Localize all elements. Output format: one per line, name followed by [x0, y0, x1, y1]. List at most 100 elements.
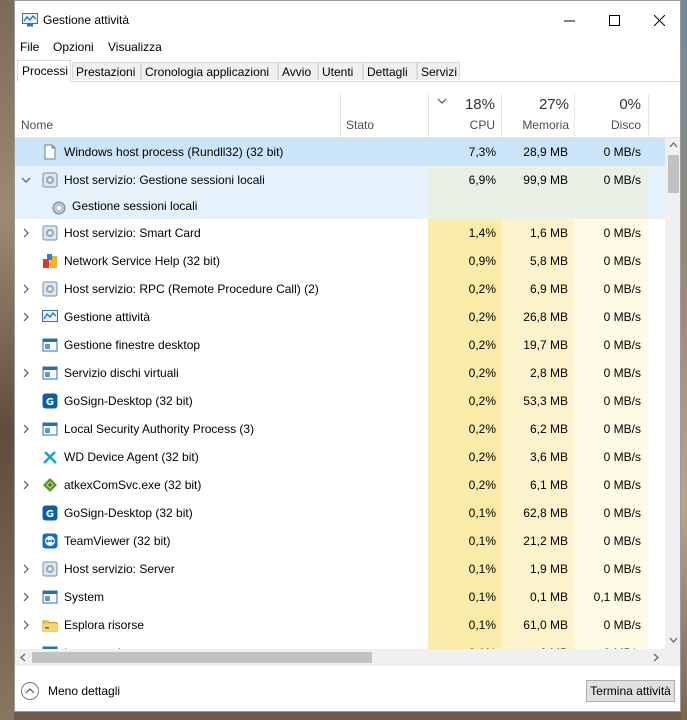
process-row[interactable]: Host servizio: Server 0,1% 1,9 MB 0 MB/s — [15, 555, 665, 583]
scroll-left-icon[interactable] — [20, 653, 26, 662]
process-row[interactable]: Host servizio: RPC (Remote Procedure Cal… — [15, 275, 665, 303]
chevron-right-icon[interactable] — [21, 591, 31, 602]
chevron-right-icon[interactable] — [21, 227, 31, 238]
process-cpu-value: 0,2% — [468, 394, 496, 408]
scroll-down-icon[interactable] — [669, 637, 678, 643]
column-disk[interactable]: Disco — [575, 118, 641, 132]
svg-text:G: G — [46, 397, 54, 408]
column-divider[interactable] — [340, 94, 341, 137]
gear-icon — [42, 281, 58, 297]
chevron-down-icon[interactable] — [21, 174, 31, 184]
process-row[interactable]: G GoSign-Desktop (32 bit) 0,1% 62,8 MB 0 MB/… — [15, 499, 665, 527]
process-row[interactable]: Gestione attività 0,2% 26,8 MB 0 MB/s — [15, 303, 665, 331]
column-memory[interactable]: Memoria — [502, 118, 569, 132]
chevron-right-icon[interactable] — [21, 479, 31, 490]
menu-options[interactable]: Opzioni — [53, 40, 94, 54]
tab-startup[interactable]: Avvio — [278, 62, 318, 80]
process-mem-value: 99,9 MB — [523, 173, 568, 187]
process-mem-value: 61,0 MB — [523, 618, 568, 632]
vertical-scroll-thumb[interactable] — [668, 155, 679, 193]
disk-total-percent[interactable]: 0% — [575, 96, 641, 113]
diamond-app-icon — [42, 477, 58, 493]
process-row[interactable]: Interrupt sistema0,1%0 MB0 MB/s — [15, 639, 665, 649]
desktop-background-left — [0, 0, 14, 720]
title-bar[interactable]: Gestione attività — [15, 1, 680, 39]
chevron-right-icon[interactable] — [21, 423, 31, 434]
chevron-right-icon[interactable] — [21, 619, 31, 630]
chevron-right-icon[interactable] — [21, 283, 31, 294]
tab-processes[interactable]: Processi — [17, 60, 71, 82]
column-divider[interactable] — [648, 94, 649, 137]
process-row[interactable]: Servizio dischi virtuali 0,2% 2,8 MB 0 MB/s — [15, 359, 665, 387]
process-name: System — [64, 590, 105, 604]
process-mem-value: 53,3 MB — [523, 394, 568, 408]
process-name: GoSign-Desktop (32 bit) — [64, 394, 193, 408]
process-row[interactable]: Local Security Authority Process (3) 0,2%… — [15, 415, 665, 443]
process-cpu-value: 6,9% — [468, 173, 496, 187]
close-button[interactable] — [637, 1, 680, 39]
minimize-button[interactable] — [547, 1, 592, 39]
chevron-up-icon — [25, 688, 35, 694]
process-row[interactable]: Windows host process (Rundll32) (32 bit)… — [15, 138, 665, 166]
window-icon — [42, 421, 58, 437]
process-row[interactable]: Gestione finestre desktop 0,2% 19,7 MB 0 MB… — [15, 331, 665, 359]
chevron-down-icon — [437, 98, 447, 104]
chevron-right-icon[interactable] — [21, 367, 31, 378]
process-name: Host servizio: Gestione sessioni locali — [64, 173, 265, 187]
process-name: Local Security Authority Process (3) — [64, 422, 255, 436]
process-row[interactable]: atkexComSvc.exe (32 bit) 0,2% 6,1 MB 0 MB/s — [15, 471, 665, 499]
process-cpu-value: 0,2% — [468, 310, 496, 324]
heatmap-cell — [501, 194, 574, 219]
vertical-scrollbar[interactable] — [665, 138, 680, 649]
tab-app-history[interactable]: Cronologia applicazioni — [141, 62, 278, 80]
process-child-row[interactable]: Gestione sessioni locali — [15, 194, 665, 219]
process-row[interactable]: G GoSign-Desktop (32 bit) 0,2% 53,3 MB 0 MB/… — [15, 387, 665, 415]
tab-users[interactable]: Utenti — [318, 62, 363, 80]
tab-performance[interactable]: Prestazioni — [72, 62, 141, 80]
tab-details[interactable]: Dettagli — [363, 62, 417, 80]
desktop-background-right — [681, 0, 687, 720]
memory-total-percent[interactable]: 27% — [502, 96, 569, 113]
scroll-up-icon[interactable] — [669, 142, 678, 148]
process-disk-value: 0 MB/s — [603, 394, 641, 408]
horizontal-scrollbar[interactable] — [15, 649, 665, 666]
fewer-details-button[interactable] — [21, 682, 39, 700]
scroll-right-icon[interactable] — [653, 653, 659, 662]
chevron-right-icon[interactable] — [21, 563, 31, 574]
process-list: Windows host process (Rundll32) (32 bit)… — [15, 138, 665, 649]
process-name: Windows host process (Rundll32) (32 bit) — [64, 145, 284, 159]
maximize-button[interactable] — [592, 1, 637, 39]
minimize-icon — [564, 20, 575, 21]
process-name: WD Device Agent (32 bit) — [64, 450, 199, 464]
process-cpu-value: 0,1% — [468, 590, 496, 604]
column-cpu[interactable]: CPU — [447, 118, 495, 132]
horizontal-scroll-thumb[interactable] — [32, 652, 372, 663]
tab-services[interactable]: Servizi — [417, 62, 460, 80]
process-row[interactable]: WD Device Agent (32 bit) 0,2% 3,6 MB 0 MB/s — [15, 443, 665, 471]
column-name[interactable]: Nome — [21, 118, 53, 132]
column-status[interactable]: Stato — [346, 118, 374, 132]
gosign-icon: G — [42, 505, 58, 521]
process-row[interactable]: Esplora risorse 0,1% 61,0 MB 0 MB/s — [15, 611, 665, 639]
teamviewer-icon — [42, 533, 58, 549]
column-divider[interactable] — [428, 94, 429, 137]
menu-view[interactable]: Visualizza — [108, 40, 162, 54]
process-row[interactable]: System 0,1% 0,1 MB 0,1 MB/s — [15, 583, 665, 611]
process-name: Gestione attività — [64, 310, 151, 324]
process-row[interactable]: Host servizio: Gestione sessioni locali 6… — [15, 166, 665, 194]
process-cpu-value: 0,2% — [468, 478, 496, 492]
process-row[interactable]: TeamViewer (32 bit) 0,1% 21,2 MB 0 MB/s — [15, 527, 665, 555]
cpu-total-percent[interactable]: 18% — [447, 96, 495, 113]
maximize-icon — [609, 14, 620, 26]
process-name: Gestione sessioni locali — [72, 199, 198, 213]
process-row[interactable]: Host servizio: Smart Card 1,4% 1,6 MB 0 MB/… — [15, 219, 665, 247]
process-disk-value: 0 MB/s — [603, 478, 641, 492]
end-task-button[interactable]: Termina attività — [586, 680, 675, 702]
process-row[interactable]: Network Service Help (32 bit) 0,9% 5,8 MB 0… — [15, 247, 665, 275]
gosign-icon: G — [42, 393, 58, 409]
process-mem-value: 5,8 MB — [529, 254, 568, 268]
process-name: Host servizio: Server — [64, 562, 175, 576]
chevron-right-icon[interactable] — [21, 311, 31, 322]
menu-file[interactable]: File — [20, 40, 39, 54]
fewer-details-label[interactable]: Meno dettagli — [48, 684, 120, 698]
